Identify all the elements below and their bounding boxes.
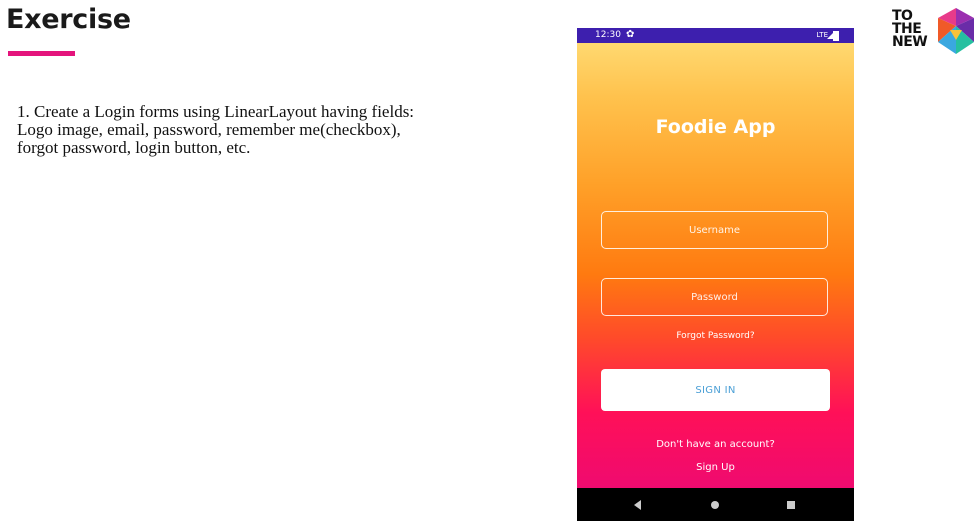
password-placeholder: Password	[691, 291, 738, 303]
back-icon[interactable]	[634, 500, 641, 510]
app-title: Foodie App	[655, 116, 776, 138]
recent-apps-icon[interactable]	[787, 501, 795, 509]
faceted-gem-logo-icon	[938, 8, 974, 54]
gear-icon: ✿	[626, 29, 635, 40]
username-placeholder: Username	[689, 224, 740, 236]
forgot-password-link[interactable]: Forgot Password?	[577, 331, 854, 341]
brand-text: TO THE NEW	[892, 8, 928, 50]
title-underline	[8, 51, 75, 56]
status-time: 12:30	[595, 30, 621, 40]
sign-up-link[interactable]: Sign Up	[577, 462, 854, 473]
slide-title: Exercise	[6, 4, 131, 35]
home-icon[interactable]	[711, 501, 719, 509]
username-field[interactable]: Username	[601, 211, 828, 249]
brand-logo: TO THE NEW	[892, 8, 976, 58]
phone-screenshot: 12:30 ✿ LTE Foodie App Username Password…	[577, 28, 854, 521]
battery-icon	[833, 31, 839, 41]
password-field[interactable]: Password	[601, 278, 828, 316]
exercise-text: 1. Create a Login forms using LinearLayo…	[17, 102, 415, 157]
navigation-bar	[577, 488, 854, 521]
sign-in-button[interactable]: SIGN IN	[601, 369, 830, 411]
sign-in-label: SIGN IN	[695, 384, 736, 396]
no-account-text: Don't have an account?	[656, 439, 775, 450]
status-bar: 12:30 ✿ LTE	[577, 28, 854, 43]
